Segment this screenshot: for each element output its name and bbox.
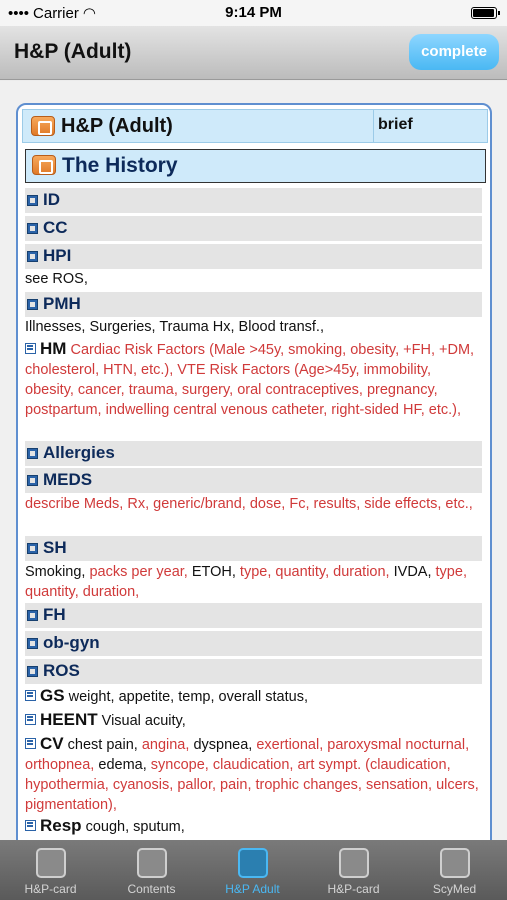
expand-icon xyxy=(27,195,38,206)
card-title: H&P (Adult) xyxy=(61,115,173,137)
gs-detail: weight, appetite, temp, overall status, xyxy=(68,689,308,705)
section-id[interactable]: ID xyxy=(25,188,482,213)
history-title: The History xyxy=(62,154,178,177)
tab-hp-card-2[interactable]: H&P-card xyxy=(303,840,404,900)
hm-detail: Cardiac Risk Factors (Male >45y, smoking… xyxy=(25,342,475,418)
status-bar: •••• Carrier ◠ 9:14 PM xyxy=(0,0,507,26)
sh-note: Smoking, packs per year, ETOH, type, qua… xyxy=(25,562,482,602)
cv-angina: angina, xyxy=(141,737,190,753)
contents-icon xyxy=(137,848,167,878)
section-cc[interactable]: CC xyxy=(25,216,482,241)
sh-packs: packs per year, xyxy=(89,564,188,580)
cv-detail: syncope, claudication, art sympt. (claud… xyxy=(25,757,479,813)
toggle-icon[interactable] xyxy=(31,116,55,136)
expand-icon xyxy=(27,223,38,234)
ros-gs[interactable]: GS weight, appetite, temp, overall statu… xyxy=(25,686,482,707)
card-edit-icon xyxy=(339,848,369,878)
card-icon xyxy=(36,848,66,878)
battery-level xyxy=(473,9,494,17)
section-fh[interactable]: FH xyxy=(25,603,482,628)
hpi-note: see ROS, xyxy=(25,271,88,287)
tab-hp-adult[interactable]: H&P Adult xyxy=(202,840,303,900)
section-ros[interactable]: ROS xyxy=(25,659,482,684)
hm-label: HM xyxy=(40,339,67,358)
navigation-bar: H&P (Adult) complete xyxy=(0,26,507,80)
note-icon xyxy=(25,343,36,354)
pmh-note: Illnesses, Surgeries, Trauma Hx, Blood t… xyxy=(25,319,324,335)
history-header[interactable]: The History xyxy=(25,149,486,183)
mode-selector[interactable]: brief xyxy=(373,110,487,142)
gs-label: GS xyxy=(40,686,65,705)
hp-card: H&P (Adult) brief The History ID CC HPI … xyxy=(16,103,492,840)
note-icon xyxy=(25,714,36,725)
sh-smoking: Smoking, xyxy=(25,564,86,580)
ros-resp[interactable]: Resp cough, sputum, xyxy=(25,816,482,837)
section-label: Allergies xyxy=(43,443,115,462)
section-label: HPI xyxy=(43,246,72,265)
section-label: PMH xyxy=(43,294,81,313)
complete-button[interactable]: complete xyxy=(409,34,499,70)
tab-scymed[interactable]: ScyMed xyxy=(404,840,505,900)
tab-label: H&P-card xyxy=(327,882,380,896)
tab-label: Contents xyxy=(127,882,176,896)
expand-icon xyxy=(27,666,38,677)
expand-icon xyxy=(27,543,38,554)
ros-cv[interactable]: CV chest pain, angina, dyspnea, exertion… xyxy=(25,734,482,815)
tab-label: ScyMed xyxy=(432,882,477,896)
expand-icon xyxy=(27,610,38,621)
sh-ivda: IVDA, xyxy=(393,564,432,580)
cv-label: CV xyxy=(40,734,64,753)
section-hpi[interactable]: HPI xyxy=(25,244,482,269)
cv-chest: chest pain, xyxy=(67,737,138,753)
sh-etoh: ETOH, xyxy=(191,564,236,580)
scymed-icon xyxy=(440,848,470,878)
tab-contents[interactable]: Contents xyxy=(101,840,202,900)
expand-icon xyxy=(27,448,38,459)
battery-icon xyxy=(471,7,500,19)
expand-icon xyxy=(27,475,38,486)
section-label: FH xyxy=(43,605,66,624)
tab-label: H&P Adult xyxy=(225,882,280,896)
note-icon xyxy=(25,738,36,749)
note-icon xyxy=(25,690,36,701)
sh-etoh-detail: type, quantity, duration, xyxy=(239,564,390,580)
section-sh[interactable]: SH xyxy=(25,536,482,561)
section-pmh[interactable]: PMH xyxy=(25,292,482,317)
section-meds[interactable]: MEDS xyxy=(25,468,482,493)
content-scroll-area[interactable]: H&P (Adult) brief The History ID CC HPI … xyxy=(0,81,507,840)
heent-detail: Visual acuity, xyxy=(101,713,186,729)
section-label: SH xyxy=(43,538,67,557)
meds-note: describe Meds, Rx, generic/brand, dose, … xyxy=(25,496,473,512)
expand-icon xyxy=(27,251,38,262)
ros-heent[interactable]: HEENT Visual acuity, xyxy=(25,710,482,731)
section-obgyn[interactable]: ob-gyn xyxy=(25,631,482,656)
resp-detail: cough, sputum, xyxy=(85,819,185,835)
page-title: H&P (Adult) xyxy=(14,40,132,63)
status-time: 9:14 PM xyxy=(225,4,282,21)
expand-icon xyxy=(27,638,38,649)
heent-label: HEENT xyxy=(40,710,98,729)
tab-label: H&P-card xyxy=(24,882,77,896)
section-label: ob-gyn xyxy=(43,633,100,652)
section-allergies[interactable]: Allergies xyxy=(25,441,482,466)
card-header: H&P (Adult) brief xyxy=(22,109,488,143)
hm-entry[interactable]: HM Cardiac Risk Factors (Male >45y, smok… xyxy=(25,339,482,420)
cv-edema: edema, xyxy=(98,757,147,773)
hp-adult-icon xyxy=(238,848,268,878)
tab-hp-card[interactable]: H&P-card xyxy=(0,840,101,900)
section-label: MEDS xyxy=(43,470,93,489)
section-label: ID xyxy=(43,190,60,209)
section-label: CC xyxy=(43,218,68,237)
tab-bar: H&P-card Contents H&P Adult H&P-card Scy… xyxy=(0,840,507,900)
toggle-icon[interactable] xyxy=(32,155,56,175)
note-icon xyxy=(25,820,36,831)
cv-dyspnea: dyspnea, xyxy=(193,737,253,753)
resp-label: Resp xyxy=(40,816,82,835)
expand-icon xyxy=(27,299,38,310)
section-label: ROS xyxy=(43,661,80,680)
